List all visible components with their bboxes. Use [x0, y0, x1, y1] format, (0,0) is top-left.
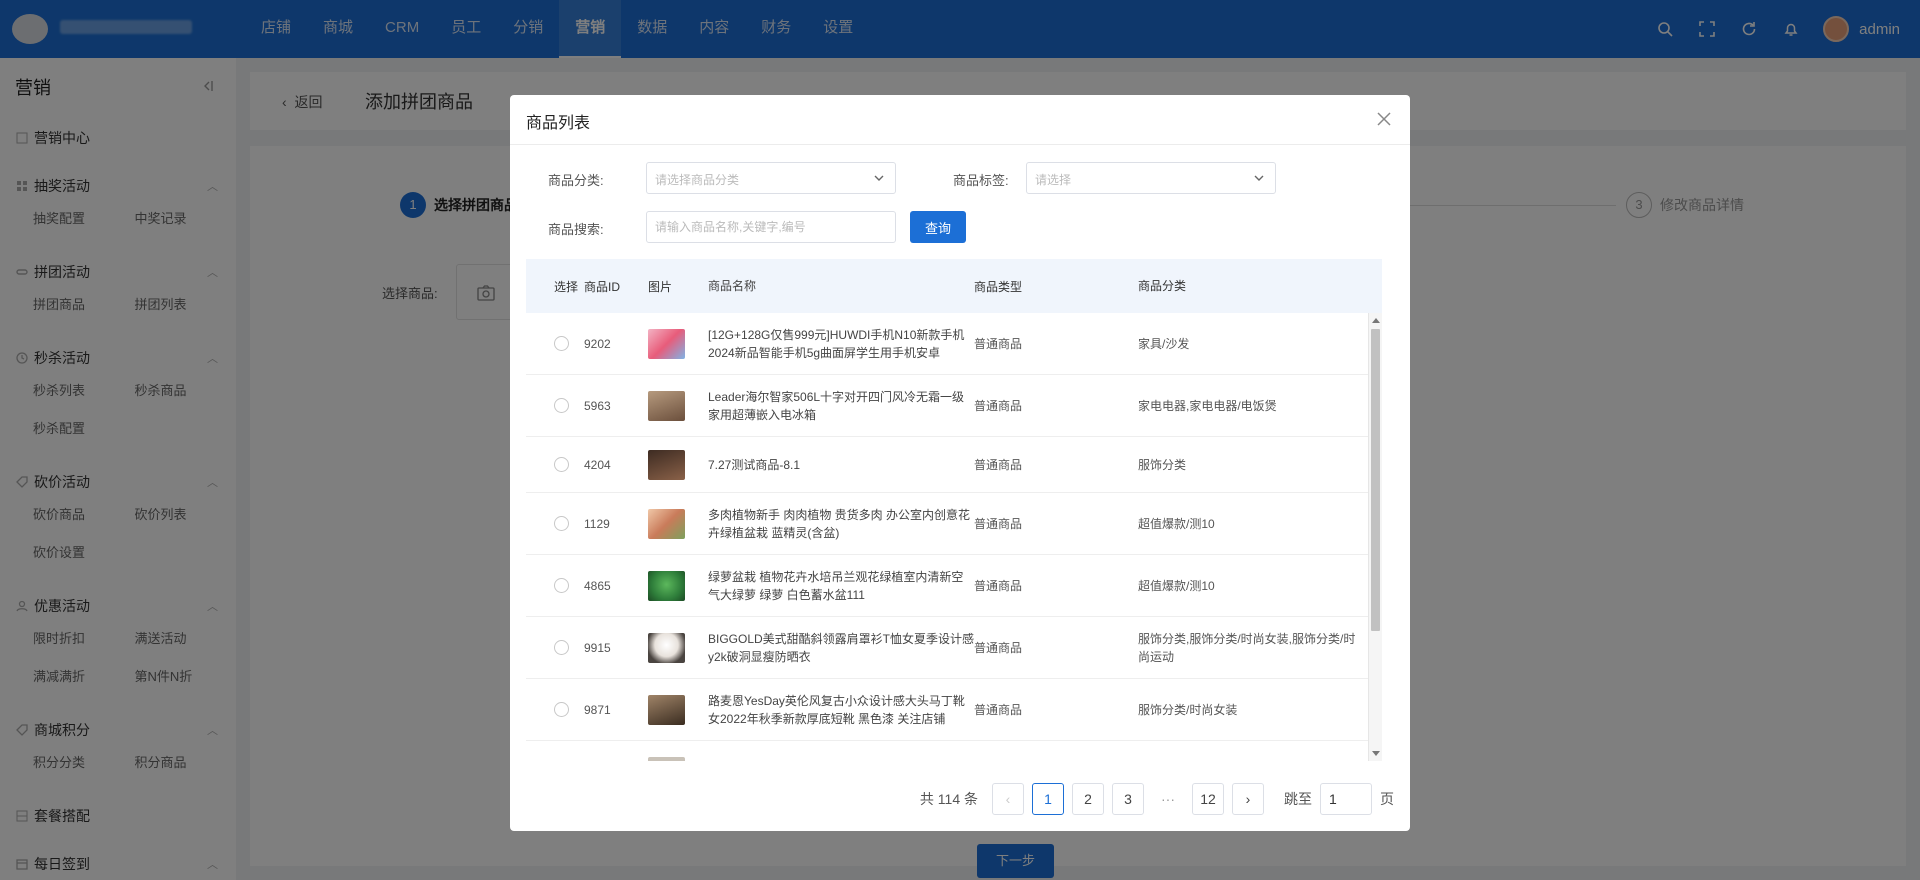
tag-placeholder: 请选择	[1035, 173, 1072, 187]
pagination: 共 114 条 ‹ 1 2 3 ··· 12 › 跳至 页	[920, 783, 1394, 815]
query-button[interactable]: 查询	[910, 211, 966, 243]
search-input[interactable]	[646, 211, 896, 243]
goods-thumbnail	[648, 694, 685, 725]
goods-category: 家电电器,家电电器/电饭煲	[1138, 398, 1277, 413]
goods-name: 绿萝盆栽 植物花卉水培吊兰观花绿植室内清新空气大绿萝 绿萝 白色蓄水盆111	[708, 569, 964, 602]
row-radio[interactable]	[554, 640, 569, 655]
goods-list-modal: 商品列表 商品分类: 请选择商品分类 商品标签: 请选择 商品搜索: 查询 选择…	[510, 95, 1410, 831]
goto-label: 跳至	[1284, 791, 1312, 807]
page-button-2[interactable]: 2	[1072, 783, 1104, 815]
table-row[interactable]: 9871 路麦恩YesDay英伦风复古小众设计感大头马丁靴女2022年秋季新款厚…	[526, 679, 1382, 741]
page-button-1[interactable]: 1	[1032, 783, 1064, 815]
prev-page-button[interactable]: ‹	[992, 783, 1024, 815]
tag-label: 商品标签:	[953, 173, 1009, 188]
table-row[interactable]	[526, 741, 1382, 761]
modal-title: 商品列表	[526, 115, 591, 132]
row-radio[interactable]	[554, 702, 569, 717]
goods-type: 普通商品	[974, 458, 1023, 472]
goods-id: 9915	[584, 640, 611, 655]
search-label: 商品搜索:	[548, 222, 604, 237]
goods-thumbnail	[648, 508, 685, 539]
goods-type: 普通商品	[974, 399, 1023, 413]
col-id: 商品ID	[584, 279, 621, 294]
goods-category: 服饰分类	[1138, 457, 1187, 472]
goto-suffix: 页	[1380, 791, 1394, 807]
goods-thumbnail	[648, 449, 685, 480]
goods-type: 普通商品	[974, 337, 1023, 351]
scrollbar-thumb[interactable]	[1371, 329, 1380, 631]
table-row[interactable]: 1129 多肉植物新手 肉肉植物 贵货多肉 办公室内创意花卉绿植盆栽 蓝精灵(含…	[526, 493, 1382, 555]
next-page-button[interactable]: ›	[1232, 783, 1264, 815]
goods-name: Leader海尔智家506L十字对开四门风冷无霜一级家用超薄嵌入电冰箱	[708, 389, 965, 422]
goods-id: 9202	[584, 336, 611, 351]
category-placeholder: 请选择商品分类	[655, 173, 740, 187]
category-select[interactable]: 请选择商品分类	[646, 162, 896, 194]
table-scrollbar[interactable]	[1368, 313, 1382, 761]
scroll-up-icon[interactable]	[1372, 318, 1380, 323]
modal-header: 商品列表	[510, 95, 1410, 145]
goods-thumbnail	[648, 328, 685, 359]
goods-id: 4865	[584, 578, 611, 593]
col-name: 商品名称	[708, 279, 757, 293]
goods-category: 服饰分类,服饰分类/时尚女装,服饰分类/时尚运动	[1138, 631, 1356, 664]
table-row[interactable]: 4204 7.27测试商品-8.1 普通商品 服饰分类	[526, 437, 1382, 493]
goods-thumbnail	[648, 390, 685, 421]
goods-type: 普通商品	[974, 579, 1023, 593]
goods-id: 9871	[584, 702, 611, 717]
goods-category: 超值爆款/测10	[1138, 516, 1215, 531]
scroll-down-icon[interactable]	[1372, 751, 1380, 756]
goods-thumbnail	[648, 756, 685, 761]
table-header: 选择 商品ID 图片 商品名称 商品类型 商品分类	[526, 259, 1382, 313]
row-radio[interactable]	[554, 578, 569, 593]
page-button-12[interactable]: 12	[1192, 783, 1224, 815]
row-radio[interactable]	[554, 336, 569, 351]
table-row[interactable]: 5963 Leader海尔智家506L十字对开四门风冷无霜一级家用超薄嵌入电冰箱…	[526, 375, 1382, 437]
goods-category: 家具/沙发	[1138, 336, 1190, 351]
goods-id: 5963	[584, 398, 611, 413]
goods-category: 超值爆款/测10	[1138, 578, 1215, 593]
goto-page-input[interactable]	[1320, 783, 1372, 815]
table-row[interactable]: 4865 绿萝盆栽 植物花卉水培吊兰观花绿植室内清新空气大绿萝 绿萝 白色蓄水盆…	[526, 555, 1382, 617]
col-select: 选择	[554, 279, 579, 294]
goods-name: [12G+128G仅售999元]HUWDI手机N10新款手机2024新品智能手机…	[708, 327, 965, 360]
goods-type: 普通商品	[974, 703, 1023, 717]
goods-thumbnail	[648, 632, 685, 663]
col-type: 商品类型	[974, 279, 1023, 294]
tag-select[interactable]: 请选择	[1026, 162, 1276, 194]
page-ellipsis[interactable]: ···	[1152, 791, 1184, 807]
chevron-down-icon	[1254, 175, 1264, 181]
goods-id: 1129	[584, 516, 610, 531]
total-count: 共 114 条	[919, 791, 978, 807]
goods-name: BIGGOLD美式甜酷斜领露肩罩衫T恤女夏季设计感y2k破洞显瘦防晒衣	[708, 631, 974, 664]
goods-type: 普通商品	[974, 517, 1023, 531]
row-radio[interactable]	[554, 516, 569, 531]
close-icon[interactable]	[1374, 109, 1394, 129]
table-body[interactable]: 9202 [12G+128G仅售999元]HUWDI手机N10新款手机2024新…	[526, 313, 1382, 761]
table-row[interactable]: 9915 BIGGOLD美式甜酷斜领露肩罩衫T恤女夏季设计感y2k破洞显瘦防晒衣…	[526, 617, 1382, 679]
goods-name: 7.27测试商品-8.1	[708, 457, 801, 472]
category-label: 商品分类:	[548, 173, 604, 188]
col-category: 商品分类	[1138, 279, 1187, 293]
goods-id: 4204	[584, 457, 611, 472]
goods-name: 多肉植物新手 肉肉植物 贵货多肉 办公室内创意花卉绿植盆栽 蓝精灵(含盆)	[708, 507, 971, 540]
row-radio[interactable]	[554, 457, 569, 472]
goods-thumbnail	[648, 570, 685, 601]
row-radio[interactable]	[554, 398, 569, 413]
page-button-3[interactable]: 3	[1112, 783, 1144, 815]
goods-category: 服饰分类/时尚女装	[1138, 702, 1238, 717]
chevron-down-icon	[874, 175, 884, 181]
table-row[interactable]: 9202 [12G+128G仅售999元]HUWDI手机N10新款手机2024新…	[526, 313, 1382, 375]
goods-name: 路麦恩YesDay英伦风复古小众设计感大头马丁靴女2022年秋季新款厚底短靴 黑…	[708, 693, 965, 726]
goods-table: 选择 商品ID 图片 商品名称 商品类型 商品分类 9202 [12G+128G…	[526, 259, 1382, 761]
col-image: 图片	[648, 279, 673, 294]
goods-type: 普通商品	[974, 641, 1023, 655]
